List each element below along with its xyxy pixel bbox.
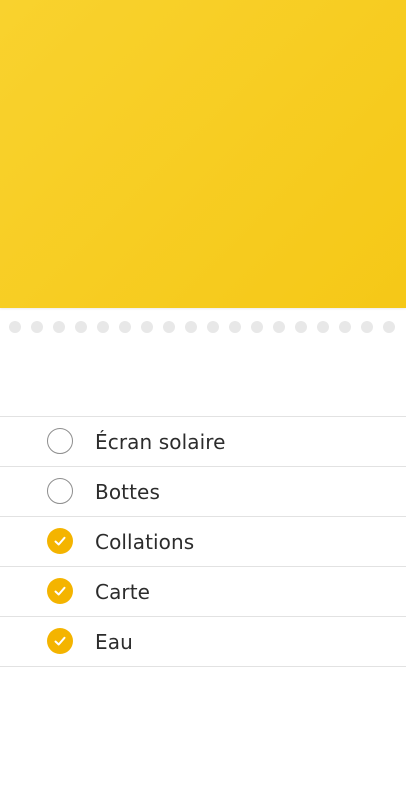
indicator-dot xyxy=(9,321,21,333)
indicator-dot xyxy=(75,321,87,333)
checkbox-unchecked-icon[interactable] xyxy=(47,478,73,504)
header-banner xyxy=(0,0,406,308)
indicator-dot xyxy=(295,321,307,333)
indicator-dot xyxy=(251,321,263,333)
page: Écran solaire Bottes Collations Carte Ea… xyxy=(0,0,406,804)
checkbox-checked-icon[interactable] xyxy=(47,528,73,554)
checkmark-icon xyxy=(54,586,66,596)
page-indicator-dots xyxy=(0,314,406,340)
indicator-dot xyxy=(31,321,43,333)
checklist-item[interactable]: Carte xyxy=(0,567,406,617)
checkbox-checked-icon[interactable] xyxy=(47,628,73,654)
indicator-dot xyxy=(273,321,285,333)
indicator-dot xyxy=(97,321,109,333)
indicator-dot xyxy=(361,321,373,333)
checkmark-icon xyxy=(54,536,66,546)
checklist-item-label: Collations xyxy=(95,529,195,554)
checklist-item[interactable]: Eau xyxy=(0,617,406,667)
checkmark-icon xyxy=(54,636,66,646)
checklist-item[interactable]: Collations xyxy=(0,517,406,567)
indicator-dot xyxy=(163,321,175,333)
indicator-dot xyxy=(53,321,65,333)
checklist-item-label: Écran solaire xyxy=(95,429,226,454)
indicator-dot xyxy=(141,321,153,333)
checklist-item-label: Bottes xyxy=(95,479,160,504)
indicator-dot xyxy=(317,321,329,333)
indicator-dot xyxy=(185,321,197,333)
checkbox-unchecked-icon[interactable] xyxy=(47,428,73,454)
indicator-dot xyxy=(207,321,219,333)
checklist-item[interactable]: Écran solaire xyxy=(0,417,406,467)
indicator-dot xyxy=(339,321,351,333)
checklist-item[interactable]: Bottes xyxy=(0,467,406,517)
checklist-item-label: Eau xyxy=(95,629,133,654)
indicator-dot xyxy=(229,321,241,333)
indicator-dot xyxy=(119,321,131,333)
checkbox-checked-icon[interactable] xyxy=(47,578,73,604)
checklist-item-label: Carte xyxy=(95,579,151,604)
checklist: Écran solaire Bottes Collations Carte Ea… xyxy=(0,416,406,667)
indicator-dot xyxy=(383,321,395,333)
